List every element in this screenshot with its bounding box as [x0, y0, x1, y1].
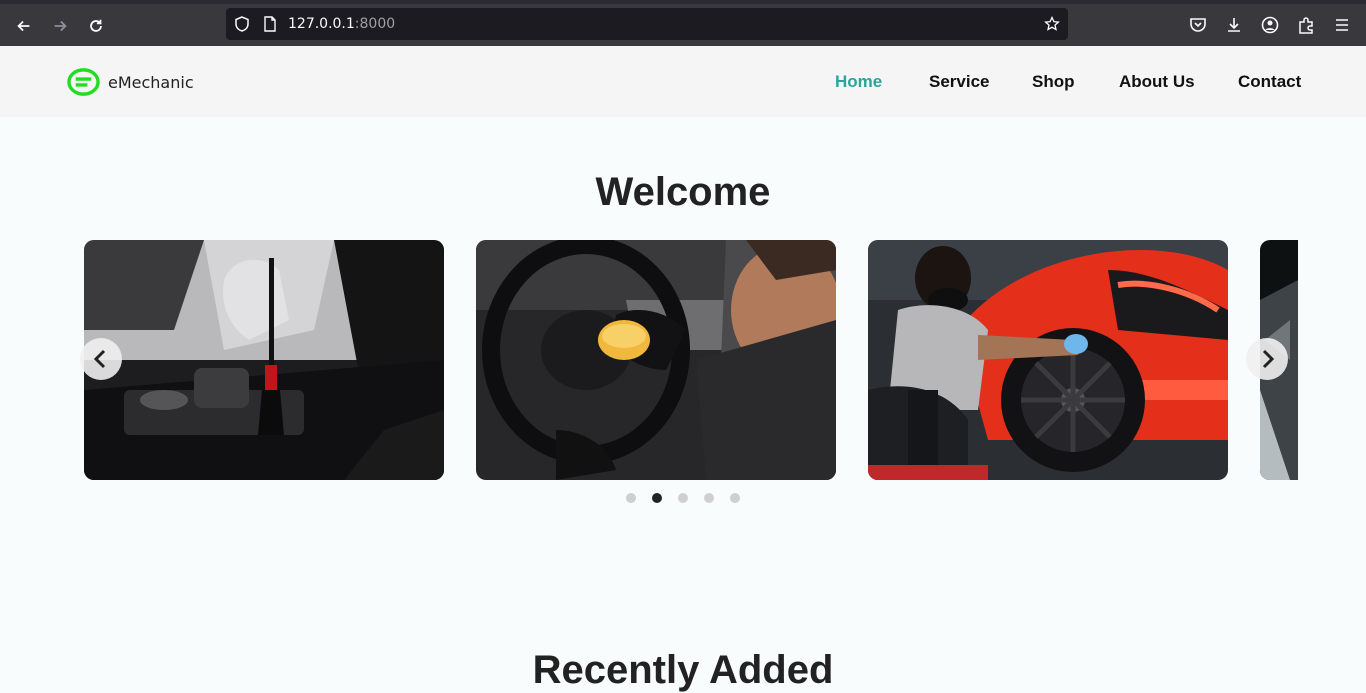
carousel-dot[interactable]	[730, 493, 740, 503]
url-host: 127.0.0.1	[288, 16, 355, 32]
reload-button[interactable]	[82, 12, 110, 40]
address-bar[interactable]: 127.0.0.1:8000	[226, 8, 1068, 40]
chevron-left-icon	[93, 349, 106, 369]
reload-icon	[90, 19, 102, 32]
nav-service[interactable]: Service	[929, 72, 990, 92]
red-car-polishing-image	[868, 240, 1228, 480]
download-icon[interactable]	[1225, 16, 1243, 34]
nav-contact[interactable]: Contact	[1238, 72, 1301, 92]
url-text[interactable]: 127.0.0.1:8000	[288, 16, 395, 32]
carousel-slide[interactable]	[868, 240, 1228, 480]
forward-button[interactable]	[46, 12, 74, 40]
recently-added-heading: Recently Added	[532, 648, 834, 692]
nav-shop[interactable]: Shop	[1032, 72, 1075, 92]
brand-name: eMechanic	[108, 72, 194, 92]
url-port: :8000	[354, 16, 396, 32]
steering-wheel-cleaning-image	[476, 240, 836, 480]
page-icon	[264, 16, 276, 32]
carousel-dots	[626, 493, 740, 503]
image-carousel	[84, 240, 1298, 480]
carousel-dot[interactable]	[704, 493, 714, 503]
welcome-heading: Welcome	[595, 170, 771, 214]
carousel-prev-button[interactable]	[80, 338, 122, 380]
menu-icon[interactable]	[1333, 16, 1351, 34]
nav-home[interactable]: Home	[835, 72, 882, 92]
carousel-next-button[interactable]	[1246, 338, 1288, 380]
shield-icon[interactable]	[234, 16, 250, 32]
chevron-right-icon	[1262, 349, 1275, 369]
nav-about-us[interactable]: About Us	[1119, 72, 1195, 92]
star-icon[interactable]	[1044, 16, 1060, 32]
arrow-right-icon	[54, 20, 67, 32]
carousel-dot[interactable]	[678, 493, 688, 503]
back-button[interactable]	[10, 12, 38, 40]
carousel-slide[interactable]	[84, 240, 444, 480]
car-interior-brush-image	[84, 240, 444, 480]
carousel-slide[interactable]	[476, 240, 836, 480]
site-header: eMechanic Home Service Shop About Us Con…	[0, 46, 1366, 117]
e-logo-icon	[67, 68, 100, 96]
carousel-dot[interactable]	[626, 493, 636, 503]
pocket-icon[interactable]	[1189, 16, 1207, 34]
extensions-icon[interactable]	[1297, 16, 1315, 34]
account-icon[interactable]	[1261, 16, 1279, 34]
browser-toolbar: 127.0.0.1:8000	[0, 0, 1366, 46]
arrow-left-icon	[17, 20, 30, 32]
brand-logo[interactable]: eMechanic	[67, 68, 194, 96]
carousel-dot[interactable]	[652, 493, 662, 503]
